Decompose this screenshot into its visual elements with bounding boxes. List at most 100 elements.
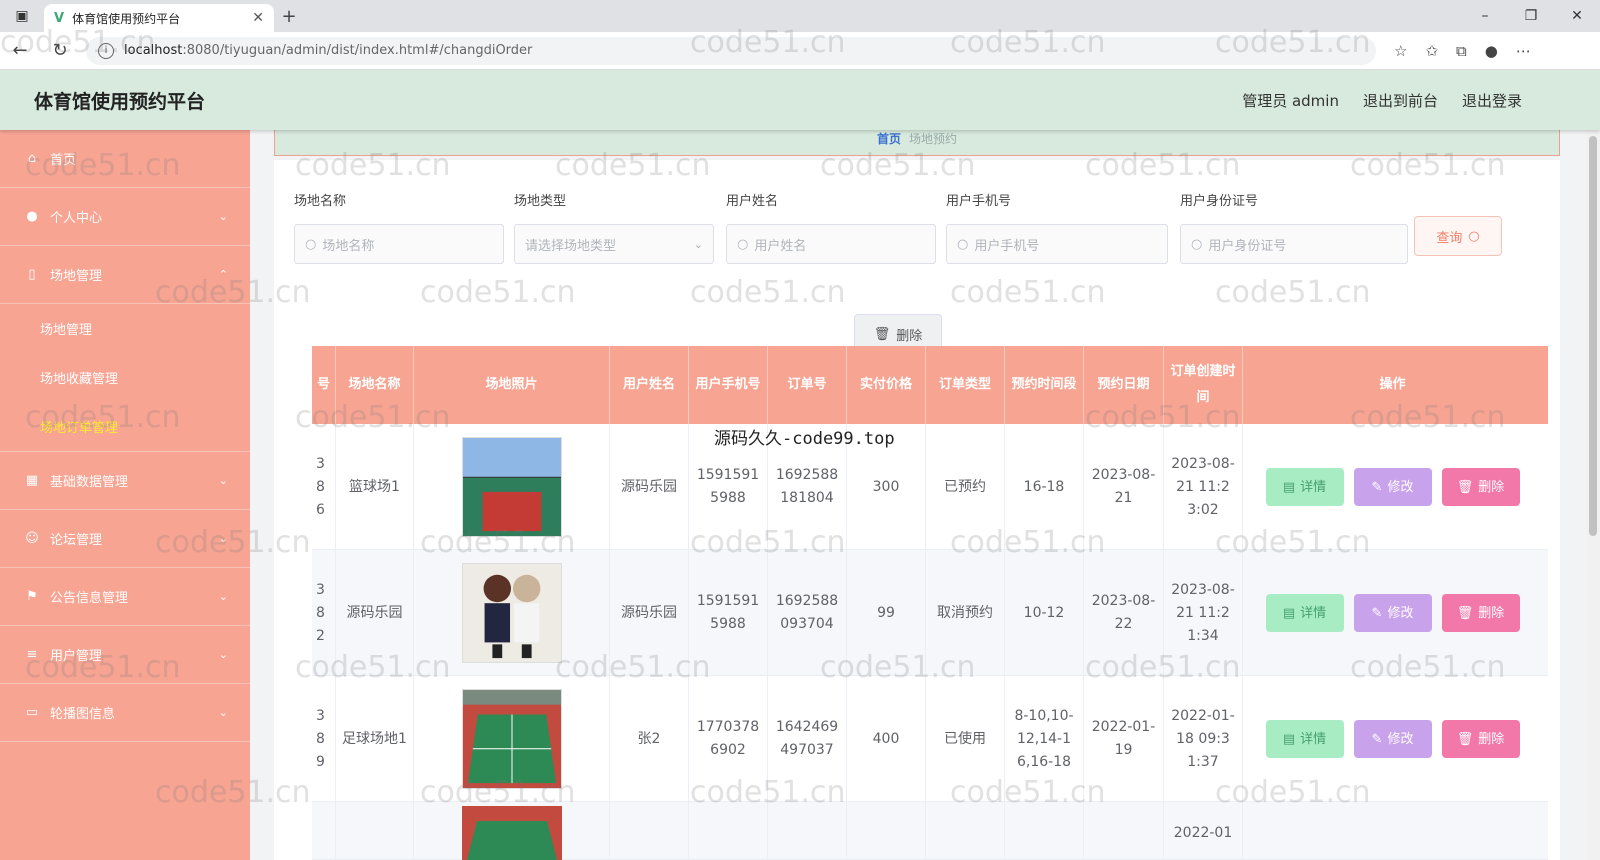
user-name-input[interactable]: ○ 用户姓名	[726, 224, 936, 264]
minimize-icon[interactable]: –	[1462, 8, 1508, 24]
col-user-phone[interactable]: 用户手机号	[689, 346, 768, 424]
close-tab-icon[interactable]: ✕	[252, 10, 264, 26]
cell-created: 2022-01-18 09:31:37	[1164, 676, 1243, 802]
edit-button[interactable]: ✎ 修改	[1353, 720, 1432, 758]
chevron-down-icon: ⌄	[218, 706, 228, 719]
exit-to-front-link[interactable]: 退出到前台	[1363, 90, 1438, 111]
col-price[interactable]: 实付价格	[847, 346, 926, 424]
field-label: 场地类型	[514, 194, 567, 209]
tab-actions-icon[interactable]: ▣	[0, 0, 44, 32]
sidebar-item-label: 用户管理	[50, 649, 103, 664]
url-path: :8080/tiyuguan/admin/dist/index.html#/ch…	[182, 43, 533, 58]
detail-label: 详情	[1300, 731, 1327, 747]
favorites-bar-icon[interactable]: ✩	[1425, 42, 1438, 60]
info-icon[interactable]: i	[98, 42, 114, 59]
scrollbar-thumb[interactable]	[1589, 136, 1597, 536]
admin-label: 管理员 admin	[1242, 91, 1339, 110]
sidebar-item-label: 首页	[50, 153, 77, 168]
table-row: 2022-01	[312, 802, 1548, 860]
collections-icon[interactable]: ⧉	[1456, 42, 1467, 60]
placeholder: 场地名称	[322, 238, 375, 254]
sidebar-item-users[interactable]: ≡ 用户管理 ⌄	[0, 626, 250, 684]
edit-button[interactable]: ✎ 修改	[1353, 594, 1432, 632]
table-row: 38 9 足球场地1 张2 17703786902 1642469497037 …	[312, 676, 1548, 802]
table-header: 号 场地名称 场地照片 用户姓名 用户手机号 订单号 实付价格 订单类型 预约时…	[312, 346, 1548, 424]
user-id-input[interactable]: ○ 用户身份证号	[1180, 224, 1408, 264]
home-icon: ⌂	[27, 151, 37, 166]
sidebar-item-carousel[interactable]: ▭ 轮播图信息 ⌄	[0, 684, 250, 742]
logout-link[interactable]: 退出登录	[1462, 90, 1522, 111]
delete-button[interactable]: 🗑 删除	[1441, 594, 1520, 632]
sidebar-item-notice[interactable]: ⚑ 公告信息管理 ⌄	[0, 568, 250, 626]
col-actions: 操作	[1379, 377, 1406, 392]
breadcrumb-home[interactable]: 首页	[877, 130, 901, 147]
back-icon[interactable]: ←	[0, 40, 40, 61]
user-phone-input[interactable]: ○ 用户手机号	[946, 224, 1168, 264]
sidebar-item-venue[interactable]: ▯ 场地管理 ⌃	[0, 246, 250, 304]
sidebar-item-label: 场地管理	[50, 269, 103, 284]
venue-type-select[interactable]: 请选择场地类型 ⌄	[514, 224, 714, 264]
page-scrollbar[interactable]	[1586, 130, 1600, 860]
col-user-name[interactable]: 用户姓名	[610, 346, 689, 424]
detail-button[interactable]: ▤ 详情	[1265, 468, 1344, 506]
col-date[interactable]: 预约日期	[1084, 346, 1164, 424]
browser-tab[interactable]: V 体育馆使用预约平台 ✕	[44, 4, 274, 32]
cell-actions: ▤ 详情 ✎ 修改 🗑 删除	[1243, 550, 1542, 676]
edit-button[interactable]: ✎ 修改	[1353, 468, 1432, 506]
col-time-slot[interactable]: 预约时间段	[1005, 346, 1084, 424]
profile-avatar-icon[interactable]: ●	[1485, 42, 1498, 60]
cell-date: 2022-01-19	[1084, 676, 1164, 802]
cell-user-name	[610, 802, 689, 860]
url-field[interactable]: i localhost:8080/tiyuguan/admin/dist/ind…	[86, 36, 1376, 65]
cell-id	[312, 802, 336, 860]
sidebar-item-label: 基础数据管理	[50, 475, 129, 490]
chevron-down-icon: ⌄	[218, 210, 228, 223]
reload-icon[interactable]: ↻	[40, 40, 80, 61]
placeholder: 用户姓名	[754, 238, 807, 254]
sidebar-item-home[interactable]: ⌂ 首页	[0, 130, 250, 188]
cell-user-name: 源码乐园	[610, 550, 689, 676]
cell-venue-name	[336, 802, 414, 860]
chevron-up-icon: ⌃	[218, 268, 228, 281]
breadcrumb-current: 场地预约	[909, 132, 958, 146]
detail-button[interactable]: ▤ 详情	[1265, 594, 1344, 632]
submenu-venue-favorites[interactable]: 场地收藏管理	[0, 353, 250, 402]
cell-price: 99	[847, 550, 926, 676]
col-venue-photo[interactable]: 场地照片	[414, 346, 610, 424]
col-order-type[interactable]: 订单类型	[926, 346, 1005, 424]
sidebar-item-base-data[interactable]: ▦ 基础数据管理 ⌄	[0, 452, 250, 510]
sidebar-item-forum[interactable]: ☺ 论坛管理 ⌄	[0, 510, 250, 568]
cell-order-type	[926, 802, 1005, 860]
image-icon: ▭	[25, 705, 39, 720]
cell-order-type: 已使用	[926, 676, 1005, 802]
cell-photo	[414, 550, 610, 676]
venue-name-input[interactable]: ○ 场地名称	[294, 224, 504, 264]
delete-button[interactable]: 🗑 删除	[1441, 720, 1520, 758]
col-created[interactable]: 订单创建时间	[1164, 346, 1243, 424]
document-icon: ▤	[1282, 605, 1296, 621]
user-id-filter: 用户身份证号 ○ 用户身份证号	[1180, 190, 1408, 264]
cell-time-slot: 10-12	[1005, 550, 1084, 676]
venue-name-filter: 场地名称 ○ 场地名称	[294, 190, 504, 264]
pencil-icon: ✎	[1371, 731, 1383, 747]
delete-button[interactable]: 🗑 删除	[1441, 468, 1520, 506]
cell-actions: ▤ 详情 ✎ 修改 🗑 删除	[1243, 424, 1542, 550]
trash-icon: 🗑	[1456, 731, 1474, 747]
submenu-venue-orders[interactable]: 场地订单管理	[0, 402, 250, 451]
sidebar-item-profile[interactable]: ● 个人中心 ⌄	[0, 188, 250, 246]
restore-icon[interactable]: ❐	[1508, 8, 1554, 24]
trash-icon: 🗑	[1456, 479, 1474, 495]
col-venue-name[interactable]: 场地名称	[336, 346, 414, 424]
new-tab-button[interactable]: +	[274, 6, 304, 27]
submenu-venue-manage[interactable]: 场地管理	[0, 304, 250, 353]
more-icon[interactable]: ⋯	[1516, 42, 1531, 60]
cell-time-slot: 16-18	[1005, 424, 1084, 550]
query-label: 查询	[1436, 230, 1463, 246]
favorite-icon[interactable]: ☆	[1394, 42, 1407, 60]
app-title: 体育馆使用预约平台	[34, 90, 206, 113]
col-order-no[interactable]: 订单号	[768, 346, 847, 424]
close-window-icon[interactable]: ✕	[1554, 8, 1600, 24]
query-button[interactable]: 查询 ○	[1414, 216, 1502, 256]
search-icon: ○	[305, 236, 317, 252]
detail-button[interactable]: ▤ 详情	[1265, 720, 1344, 758]
